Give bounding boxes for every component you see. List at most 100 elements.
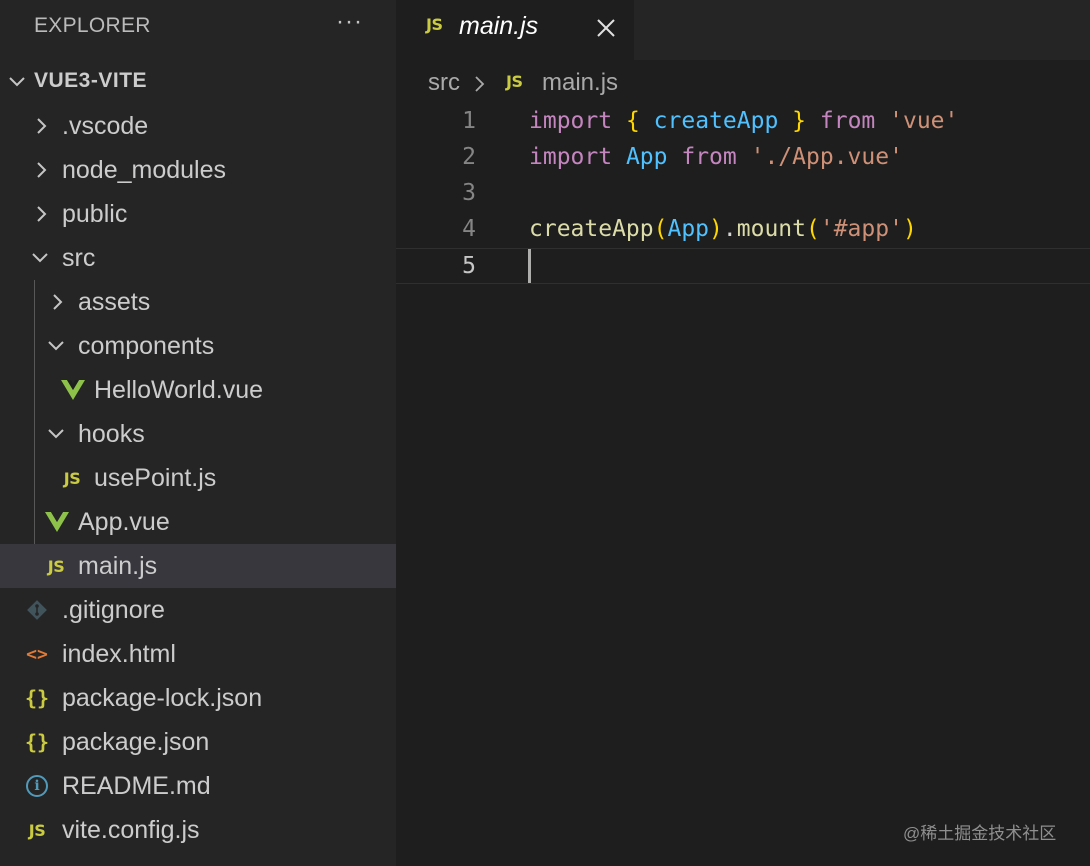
tree-item-index-html[interactable]: <> index.html: [0, 632, 396, 676]
more-actions-icon[interactable]: ···: [336, 8, 363, 36]
tree-item-main-js[interactable]: JS main.js: [0, 544, 396, 588]
workspace-root-folder[interactable]: VUE3-VITE: [0, 60, 396, 104]
tree-item-label: .vscode: [62, 112, 149, 140]
code-token: App: [667, 216, 710, 242]
code-line[interactable]: 2 import App from './App.vue': [396, 140, 1090, 176]
line-code: import { createApp } from 'vue': [529, 108, 958, 134]
tree-item-label: HelloWorld.vue: [94, 376, 264, 404]
tab-bar: JS main.js: [396, 0, 1090, 60]
tree-item-helloworld-vue[interactable]: HelloWorld.vue: [0, 368, 396, 412]
line-number: 1: [462, 108, 476, 134]
tree-item-label: assets: [78, 288, 151, 316]
tree-item-public[interactable]: public: [0, 192, 396, 236]
workspace-root-label: VUE3-VITE: [34, 69, 148, 92]
tree-item-label: README.md: [62, 772, 211, 800]
chevron-right-icon: [46, 292, 68, 312]
breadcrumb: src JS main.js: [396, 62, 1090, 102]
tree-item-label: usePoint.js: [94, 464, 217, 492]
tree-item-package-lock-json[interactable]: {} package-lock.json: [0, 676, 396, 720]
code-token: ): [709, 216, 723, 242]
breadcrumb-file[interactable]: main.js: [542, 69, 618, 97]
info-icon-wrap: i: [25, 774, 49, 798]
js-icon: JS: [63, 468, 81, 488]
tree-item-label: package.json: [62, 728, 210, 756]
code-line[interactable]: 4 createApp(App).mount('#app'): [396, 212, 1090, 248]
tree-item-label: .gitignore: [62, 596, 165, 624]
line-number: 4: [462, 216, 476, 242]
code-token: createApp: [529, 216, 654, 242]
chevron-right-icon: [473, 75, 485, 98]
tree-item-label: main.js: [78, 552, 158, 580]
code-token: 'vue': [889, 108, 959, 134]
explorer-sidebar: EXPLORER ··· VUE3-VITE .vscode node_modu…: [0, 0, 396, 866]
html-icon: <>: [26, 643, 48, 665]
code-token: {: [625, 108, 640, 134]
tree-item-app-vue[interactable]: App.vue: [0, 500, 396, 544]
tree-item-components[interactable]: components: [0, 324, 396, 368]
editor-area: JS main.js src JS main.js 1 import { crea…: [396, 0, 1090, 866]
tree-item-node-modules[interactable]: node_modules: [0, 148, 396, 192]
tree-item-src[interactable]: src: [0, 236, 396, 280]
tree-item-usepoint-js[interactable]: JS usePoint.js: [0, 456, 396, 500]
tree-item-gitignore[interactable]: .gitignore: [0, 588, 396, 632]
line-code: createApp(App).mount('#app'): [529, 216, 917, 242]
tree-item-label: public: [62, 200, 128, 228]
chevron-down-icon: [6, 72, 28, 92]
code-token: '#app': [819, 216, 903, 242]
tree-item-vscode[interactable]: .vscode: [0, 104, 396, 148]
code-token: from: [819, 108, 876, 134]
code-token: from: [681, 144, 737, 170]
chevron-down-icon: [45, 424, 67, 444]
breadcrumb-folder[interactable]: src: [428, 69, 460, 97]
code-line[interactable]: 1 import { createApp } from 'vue': [396, 104, 1090, 140]
code-token: createApp: [653, 108, 779, 134]
tree-item-label: App.vue: [78, 508, 170, 536]
code-token: import: [529, 144, 613, 170]
vue-icon: [60, 378, 86, 402]
tree-item-readme-md[interactable]: i README.md: [0, 764, 396, 808]
explorer-header: EXPLORER ···: [0, 0, 396, 52]
chevron-right-icon: [30, 116, 52, 136]
tree-item-package-json[interactable]: {} package.json: [0, 720, 396, 764]
tree-item-label: index.html: [62, 640, 176, 668]
json-icon: {}: [24, 686, 50, 710]
close-icon[interactable]: [594, 16, 618, 40]
line-number: 5: [462, 253, 476, 279]
info-icon: i: [26, 775, 48, 797]
tab-main-js[interactable]: JS main.js: [396, 0, 634, 60]
tree-item-hooks[interactable]: hooks: [0, 412, 396, 456]
code-token: mount: [736, 216, 806, 242]
chevron-right-icon: [30, 204, 52, 224]
tree-item-assets[interactable]: assets: [0, 280, 396, 324]
chevron-down-icon: [29, 248, 51, 268]
code-token: App: [625, 144, 668, 170]
code-token: }: [792, 108, 807, 134]
code-line[interactable]: 5: [396, 248, 1090, 284]
js-icon: JS: [28, 820, 46, 840]
json-icon: {}: [24, 730, 50, 754]
js-icon: JS: [506, 72, 523, 91]
tab-label: main.js: [459, 12, 539, 40]
git-icon: [25, 598, 49, 622]
tree-item-label: vite.config.js: [62, 816, 200, 844]
tree-item-label: hooks: [78, 420, 145, 448]
line-number: 3: [462, 180, 476, 206]
tree-item-label: package-lock.json: [62, 684, 263, 712]
tree-item-label: components: [78, 332, 215, 360]
vue-icon: [44, 510, 70, 534]
tree-item-vite-config-js[interactable]: JS vite.config.js: [0, 808, 396, 852]
code-token: './App.vue': [750, 144, 903, 170]
code-token: .: [722, 216, 737, 242]
chevron-down-icon: [45, 336, 67, 356]
code-line[interactable]: 3: [396, 176, 1090, 212]
chevron-right-icon: [30, 160, 52, 180]
code-token: (: [806, 216, 820, 242]
tree-item-label: node_modules: [62, 156, 227, 184]
